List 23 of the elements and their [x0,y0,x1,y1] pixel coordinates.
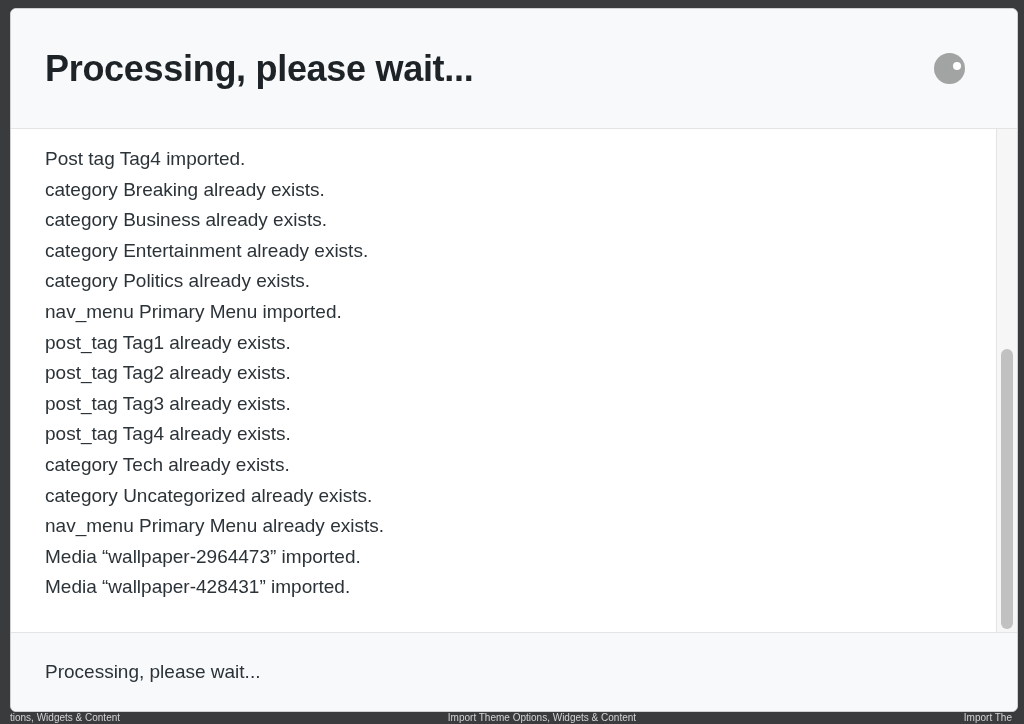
background-text: Import Theme Options, Widgets & Content [447,712,637,724]
log-line: post_tag Tag2 already exists. [45,361,292,386]
spinner-icon [934,53,965,84]
status-text: Processing, please wait... [45,659,261,684]
background-text: tions, Widgets & Content [10,712,121,724]
dialog-title: Processing, please wait... [45,46,474,91]
log-line: category Tech already exists. [45,452,291,477]
log-line: post_tag Tag1 already exists. [45,330,292,356]
log-line: category Entertainment already exists. [45,238,370,263]
log-line: Media “wallpaper-428431” imported. [45,575,352,600]
log-line: nav_menu Primary Menu imported. [45,299,343,325]
background-text: Import The [963,712,1012,724]
scrollbar[interactable] [996,129,1017,632]
log-line: nav_menu Primary Menu already exists. [45,514,385,539]
log-line: post_tag Tag4 already exists. [45,422,292,447]
log-line: category Uncategorized already exists. [45,483,374,508]
log-line: post_tag Tag3 already exists. [45,391,292,417]
log-line: Post tag Tag4 imported. [45,147,247,171]
log-line: category Politics already exists. [45,269,312,294]
log-line: category Business already exists. [45,208,328,233]
log-line: Media “wallpaper-2964473” imported. [45,544,362,569]
log-line: category Breaking already exists. [45,177,326,202]
scrollbar-thumb[interactable] [1001,349,1013,629]
